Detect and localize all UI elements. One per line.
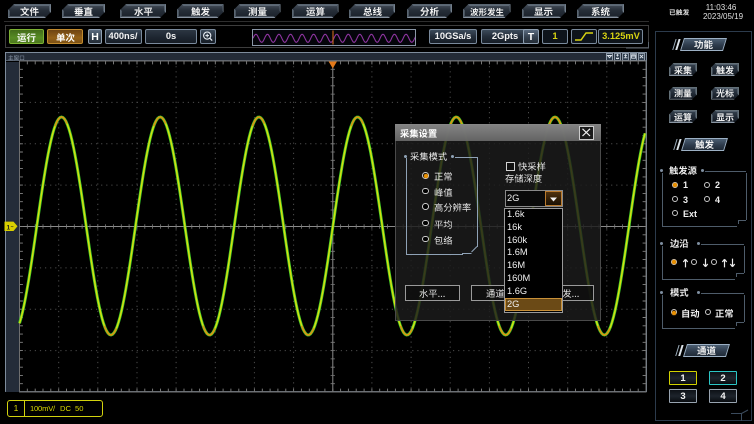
svg-text:1~: 1~ [7,224,14,231]
